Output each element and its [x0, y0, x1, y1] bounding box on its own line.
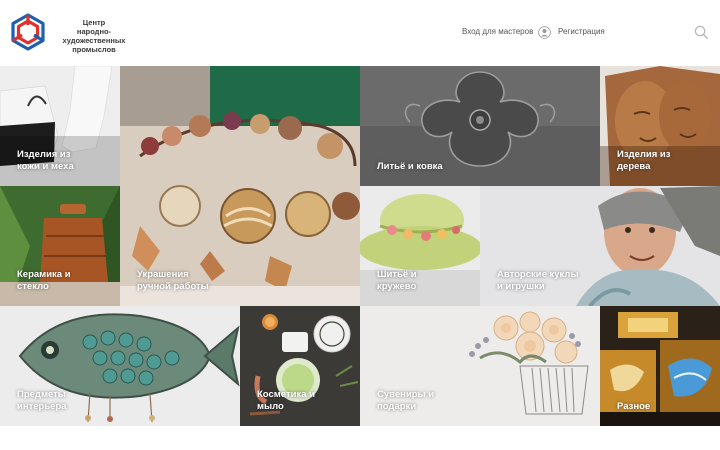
category-tile-leather[interactable]: Изделия из кожи и меха [0, 66, 120, 186]
logo-line: Центр [82, 18, 106, 27]
category-tile-wood[interactable]: Изделия из дерева [600, 66, 720, 186]
category-tile-dolls[interactable]: Авторские куклы и игрушки [480, 186, 720, 306]
category-tile-casting[interactable]: Литьё и ковка [360, 66, 600, 186]
category-label: Сувениры и подарки [377, 389, 435, 412]
category-label: Изделия из кожи и меха [17, 149, 74, 172]
category-tile-misc[interactable]: Разное [600, 306, 720, 426]
category-tile-cosmetics[interactable]: Косметика и мыло [240, 306, 360, 426]
category-label: Авторские куклы и игрушки [497, 269, 579, 292]
category-label: Предметы интерьера [17, 389, 67, 412]
search-icon[interactable] [694, 25, 709, 40]
category-label: Изделия из дерева [617, 149, 671, 172]
logo-line: народно-художественных [62, 27, 126, 45]
category-grid: Изделия из кожи и меха Украшения ручной … [0, 66, 720, 426]
category-label: Литьё и ковка [377, 161, 443, 172]
page: Центр народно-художественных промыслов В… [0, 0, 720, 450]
user-icon[interactable] [538, 26, 551, 39]
category-tile-sewing[interactable]: Шитьё и кружево [360, 186, 480, 306]
category-tile-jewelry[interactable]: Украшения ручной работы [120, 66, 360, 306]
category-label: Украшения ручной работы [137, 269, 209, 292]
category-label: Керамика и стекло [17, 269, 71, 292]
category-label: Разное [617, 401, 651, 412]
login-link[interactable]: Вход для мастеров [462, 27, 533, 36]
logo-text[interactable]: Центр народно-художественных промыслов [46, 18, 142, 54]
category-tile-interior[interactable]: Предметы интерьера [0, 306, 240, 426]
category-label: Косметика и мыло [257, 389, 315, 412]
logo-line: промыслов [72, 45, 116, 54]
category-label: Шитьё и кружево [377, 269, 417, 292]
category-tile-ceramics[interactable]: Керамика и стекло [0, 186, 120, 306]
site-header: Центр народно-художественных промыслов В… [0, 0, 720, 66]
register-link[interactable]: Регистрация [558, 27, 605, 36]
category-tile-souvenirs[interactable]: Сувениры и подарки [360, 306, 600, 426]
logo-icon[interactable] [8, 12, 48, 52]
